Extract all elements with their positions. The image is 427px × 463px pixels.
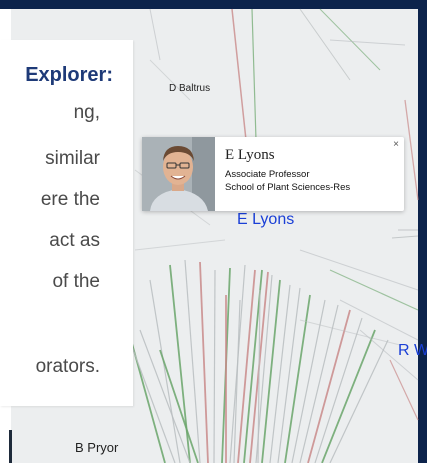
node-label-b-pryor[interactable]: B Pryor [75,440,118,455]
network-edge [134,239,226,251]
network-edge [213,269,216,463]
panel-text-line: ng, [73,102,100,123]
network-edge [307,309,351,463]
network-edge [269,284,291,463]
network-edge [299,8,351,81]
network-edge [251,8,257,141]
network-edge [231,8,247,141]
network-edge [329,269,419,311]
network-edge [149,59,191,101]
panel-title: Explorer: [25,64,113,86]
person-name: E Lyons [225,147,275,163]
network-edge [404,99,419,201]
panel-text-line: act as [49,230,100,251]
panel-text-line: of the [52,271,100,292]
network-edge [149,8,161,61]
frame-border-left [9,430,12,463]
panel-text-line: similar [45,148,100,169]
network-edge [339,299,419,341]
network-edge [199,261,209,463]
person-tooltip: × E Lyons Associate Professor School of … [142,137,404,211]
node-label-d-baltrus[interactable]: D Baltrus [169,83,210,94]
network-edge [319,8,381,71]
network-edge [159,349,199,463]
network-edge [233,299,241,463]
person-department: School of Plant Sciences-Res [225,182,351,193]
network-edge [299,249,419,291]
node-label-e-lyons[interactable]: E Lyons [237,211,294,229]
panel-text-line: orators. [35,356,100,377]
person-photo-icon [142,137,215,211]
network-edge [391,235,419,239]
panel-text-line: ere the [40,189,100,210]
network-edge [314,317,363,463]
network-edge [389,359,419,421]
network-edge [329,339,389,463]
explorer-info-panel: Explorer: ng, similar ere the act as of … [0,40,133,406]
close-icon[interactable]: × [393,139,399,150]
network-edge [321,329,376,463]
node-label-r-w[interactable]: R W [398,342,427,360]
network-edge [329,39,406,46]
network-edge [299,319,401,346]
person-title: Associate Professor [225,169,310,180]
